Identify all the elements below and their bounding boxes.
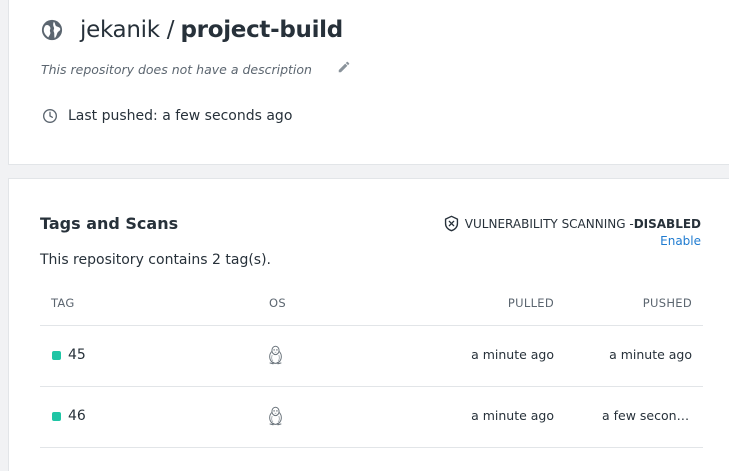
pushed-cell: a minute ago xyxy=(609,347,692,362)
repo-title: jekanik / project-build xyxy=(41,14,343,46)
description-row: This repository does not have a descript… xyxy=(41,60,351,77)
tag-name-link[interactable]: 45 xyxy=(68,347,86,363)
table-row[interactable]: 46 a minute ago a few second... xyxy=(40,387,703,448)
repo-owner-link[interactable]: jekanik xyxy=(80,17,160,43)
pushed-cell: a few second... xyxy=(602,408,692,423)
tags-count-text: This repository contains 2 tag(s). xyxy=(40,252,271,268)
column-header-os: OS xyxy=(269,296,286,310)
tag-status-dot xyxy=(52,351,61,360)
tag-status-dot xyxy=(52,412,61,421)
enable-scanning-link[interactable]: Enable xyxy=(660,234,701,248)
table-row[interactable]: 45 a minute ago a minute ago xyxy=(40,326,703,387)
linux-tux-icon xyxy=(269,345,282,365)
last-pushed-row: Last pushed: a few seconds ago xyxy=(42,108,292,124)
column-header-tag[interactable]: TAG xyxy=(51,296,75,310)
repository-header-card: jekanik / project-build This repository … xyxy=(8,0,729,165)
pulled-cell: a minute ago xyxy=(471,408,554,423)
vuln-label: VULNERABILITY SCANNING - xyxy=(464,216,634,231)
vulnerability-scanning-status: VULNERABILITY SCANNING - DISABLED xyxy=(444,215,701,232)
repo-description: This repository does not have a descript… xyxy=(41,62,312,77)
tags-table: TAG OS PULLED PUSHED 45 a minute ago a m… xyxy=(40,287,703,448)
pencil-edit-icon[interactable] xyxy=(337,60,351,74)
column-header-pulled[interactable]: PULLED xyxy=(508,296,554,310)
column-header-pushed[interactable]: PUSHED xyxy=(643,296,692,310)
tag-name-link[interactable]: 46 xyxy=(68,408,86,424)
pulled-cell: a minute ago xyxy=(471,347,554,362)
tags-table-header: TAG OS PULLED PUSHED xyxy=(40,287,703,326)
repo-name: project-build xyxy=(180,17,344,43)
clock-icon xyxy=(43,109,57,123)
tags-and-scans-card: Tags and Scans VULNERABILITY SCANNING - … xyxy=(8,178,729,471)
last-pushed-text: Last pushed: a few seconds ago xyxy=(68,108,293,124)
vuln-status: DISABLED xyxy=(633,216,701,231)
repo-separator: / xyxy=(166,17,175,43)
tags-section-title: Tags and Scans xyxy=(40,214,179,233)
linux-tux-icon xyxy=(269,406,282,426)
shield-x-icon xyxy=(444,215,458,232)
globe-icon xyxy=(41,19,63,41)
